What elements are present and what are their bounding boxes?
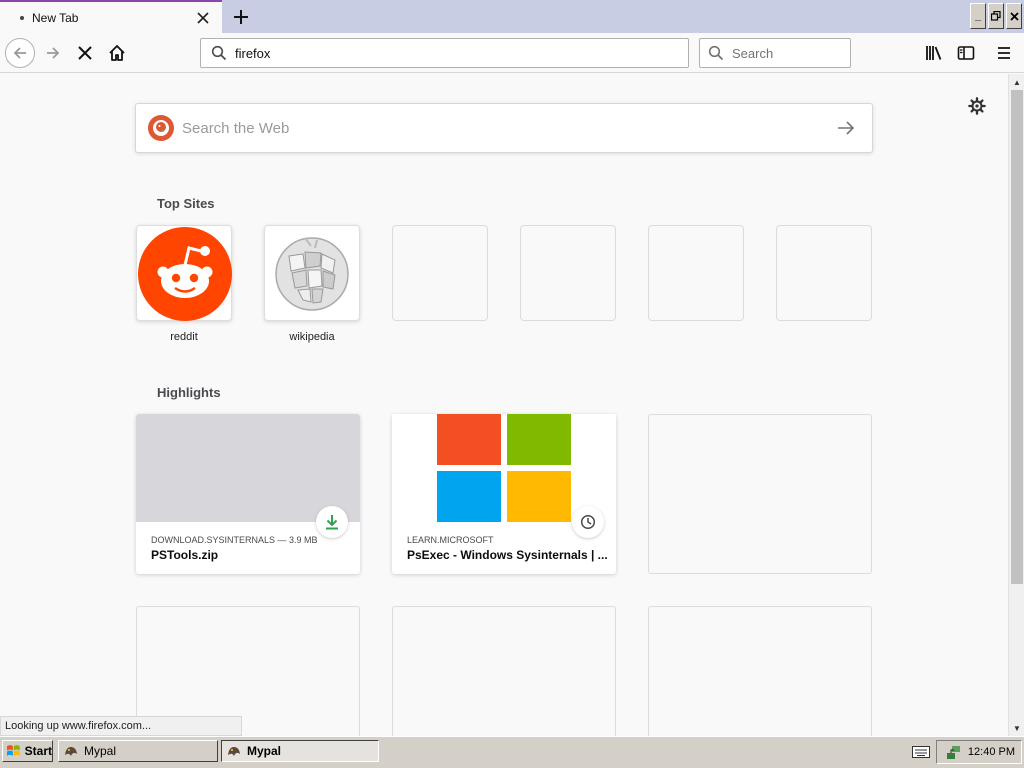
scroll-up-arrow-icon[interactable]: ▲: [1009, 74, 1024, 90]
network-icon[interactable]: [946, 744, 962, 760]
card-source: DOWNLOAD.SYSINTERNALS — 3.9 MB: [151, 535, 318, 545]
highlight-empty-slot: [648, 606, 872, 736]
highlight-empty-slot: [648, 414, 872, 574]
taskbar-item-mypal[interactable]: Mypal: [58, 740, 218, 762]
gear-icon: [968, 97, 986, 115]
top-site-label: reddit: [170, 331, 198, 343]
minimize-button[interactable]: _: [970, 3, 986, 29]
tab-title: New Tab: [32, 11, 79, 25]
back-button[interactable]: [4, 37, 36, 69]
mypal-app-icon: [65, 747, 77, 756]
start-label: Start: [24, 744, 52, 758]
library-icon: [926, 46, 942, 60]
close-icon: [197, 12, 209, 24]
duck-icon: [153, 120, 169, 136]
close-window-button[interactable]: [1006, 3, 1022, 29]
tab-new-tab[interactable]: New Tab: [0, 0, 222, 34]
search-icon: [211, 45, 227, 61]
search-input[interactable]: Search: [732, 46, 773, 61]
tab-loading-icon: [20, 16, 24, 20]
keyboard-icon: [912, 746, 930, 758]
hamburger-icon: [998, 47, 1010, 59]
window-controls: _: [970, 3, 1022, 29]
web-search-input[interactable]: Search the Web: [182, 120, 826, 137]
status-text: Looking up www.firefox.com...: [0, 716, 242, 736]
forward-arrow-icon: [47, 47, 60, 59]
library-button[interactable]: [918, 37, 950, 69]
highlight-empty-slot: [392, 606, 616, 736]
top-site-empty-slot: [648, 225, 744, 321]
wikipedia-icon: [275, 237, 349, 311]
windows-logo-icon: [6, 745, 20, 756]
card-title: PSTools.zip: [151, 548, 219, 562]
keyboard-tray-icon[interactable]: [912, 745, 930, 763]
restore-button[interactable]: [988, 3, 1004, 29]
new-tab-page: Search the Web Top Sites reddit wikipedi…: [0, 74, 1008, 736]
navigation-toolbar: firefox Search: [0, 33, 1024, 73]
card-title: PsExec - Windows Sysinternals | ...: [407, 548, 607, 562]
taskbar-item-label: Mypal: [247, 744, 282, 758]
url-bar[interactable]: firefox: [200, 38, 689, 68]
scroll-down-arrow-icon[interactable]: ▼: [1009, 720, 1024, 736]
scrollbar-thumb[interactable]: [1011, 90, 1023, 584]
clock-icon: [580, 514, 596, 530]
reddit-icon: [138, 227, 232, 321]
stop-button[interactable]: [69, 37, 101, 69]
search-icon: [708, 45, 724, 61]
menu-button[interactable]: [988, 37, 1020, 69]
sidebar-icon: [957, 46, 975, 60]
top-site-wikipedia[interactable]: [264, 225, 360, 321]
top-site-empty-slot: [776, 225, 872, 321]
arrow-right-icon: [838, 121, 855, 135]
home-button[interactable]: [101, 37, 133, 69]
highlights-heading: Highlights: [157, 385, 221, 400]
top-site-empty-slot: [392, 225, 488, 321]
forward-button[interactable]: [37, 37, 69, 69]
sidebar-button[interactable]: [950, 37, 982, 69]
mypal-app-icon: [228, 747, 240, 756]
restore-icon: [991, 11, 1001, 21]
download-badge: [316, 506, 348, 538]
search-submit-button[interactable]: [826, 108, 866, 148]
tab-close-button[interactable]: [190, 5, 216, 31]
back-arrow-icon: [13, 47, 26, 59]
close-icon: [1009, 11, 1019, 21]
duckduckgo-logo-icon: [148, 115, 174, 141]
back-button-circle: [5, 38, 35, 68]
system-tray: 12:40 PM: [936, 740, 1022, 764]
home-icon: [109, 45, 125, 61]
new-tab-button[interactable]: [228, 4, 254, 30]
top-sites-heading: Top Sites: [157, 196, 215, 211]
history-badge: [572, 506, 604, 538]
taskbar: Start Mypal Mypal 12:40 PM: [0, 736, 1024, 768]
highlight-card-psexec[interactable]: LEARN.MICROSOFT PsExec - Windows Sysinte…: [392, 414, 616, 574]
taskbar-item-label: Mypal: [84, 744, 117, 758]
clock: 12:40 PM: [967, 746, 1015, 758]
download-icon: [326, 515, 338, 530]
url-input[interactable]: firefox: [235, 46, 270, 61]
top-site-reddit[interactable]: [136, 225, 232, 321]
top-site-label: wikipedia: [289, 331, 335, 343]
card-source: LEARN.MICROSOFT: [407, 535, 494, 545]
plus-icon: [234, 10, 248, 24]
top-site-empty-slot: [520, 225, 616, 321]
customize-button[interactable]: [965, 94, 989, 118]
web-search-box[interactable]: Search the Web: [135, 103, 873, 153]
stop-icon: [78, 46, 92, 60]
highlight-card-pstools[interactable]: DOWNLOAD.SYSINTERNALS — 3.9 MB PSTools.z…: [136, 414, 360, 574]
search-bar[interactable]: Search: [699, 38, 851, 68]
start-button[interactable]: Start: [2, 740, 53, 762]
tab-bar: New Tab _: [0, 0, 1024, 34]
vertical-scrollbar[interactable]: ▲ ▼: [1008, 74, 1024, 736]
taskbar-item-mypal-active[interactable]: Mypal: [221, 740, 379, 762]
